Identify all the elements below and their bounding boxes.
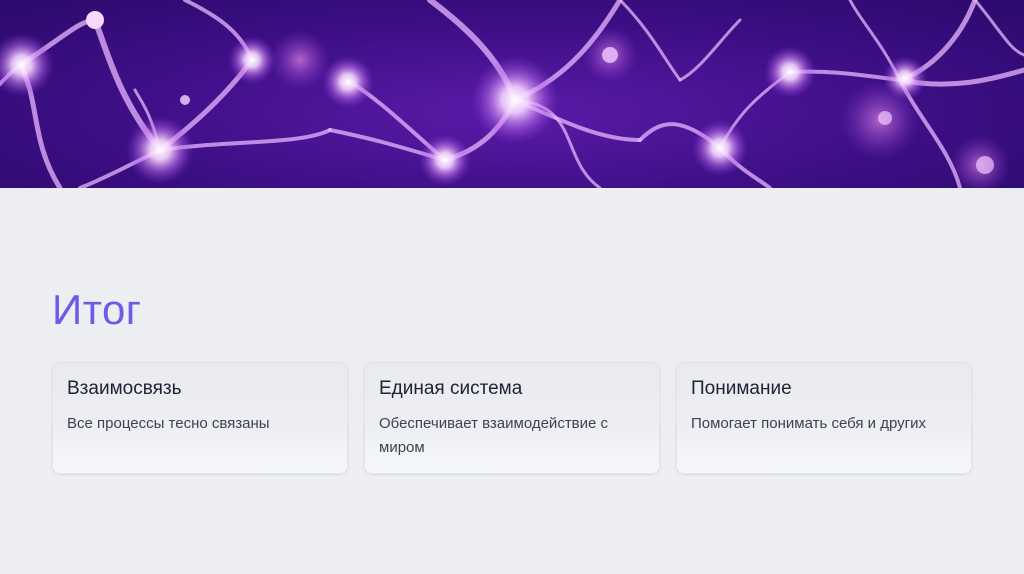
card-description: Помогает понимать себя и других	[691, 415, 926, 432]
card-title: Понимание	[691, 378, 792, 399]
card-title: Единая система	[379, 378, 523, 399]
card-description: Обеспечивает взаимодействие с миром	[379, 415, 609, 456]
card-unified-system: Единая система Обеспечивает взаимодейств…	[364, 362, 660, 474]
card-description: Все процессы тесно связаны	[67, 415, 270, 432]
summary-cards: Взаимосвязь Все процессы тесно связаны Е…	[52, 362, 972, 474]
card-understanding: Понимание Помогает понимать себя и други…	[676, 362, 972, 474]
hero-banner-image	[0, 0, 1024, 188]
card-title: Взаимосвязь	[67, 378, 182, 399]
card-interconnection: Взаимосвязь Все процессы тесно связаны	[52, 362, 348, 474]
slide-title: Итог	[52, 286, 142, 333]
